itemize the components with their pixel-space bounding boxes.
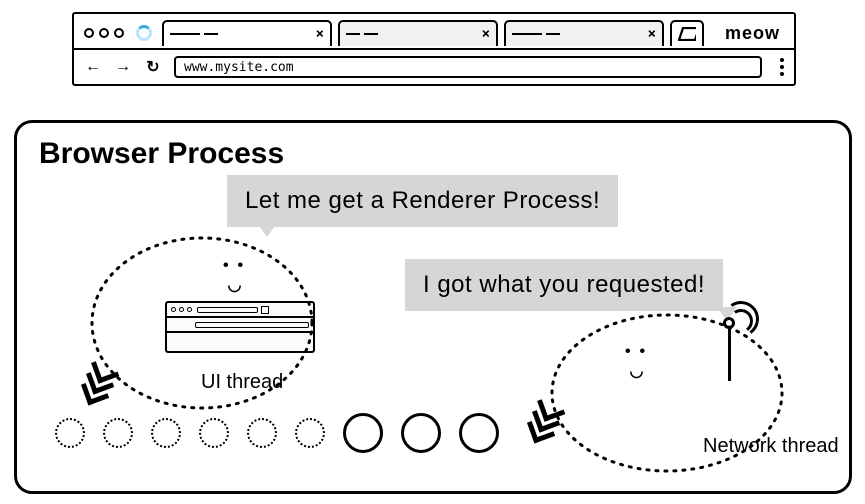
tab-inactive[interactable]: ×	[338, 20, 498, 46]
tab-active[interactable]: ×	[162, 20, 332, 46]
network-thread-label: Network thread	[703, 435, 839, 458]
window-controls[interactable]	[84, 28, 124, 38]
packet-dotted-icon	[247, 418, 277, 448]
ui-thread-label: UI thread	[201, 371, 283, 394]
panel-title: Browser Process	[39, 137, 284, 171]
face-icon: • • ◡	[223, 257, 243, 295]
address-bar[interactable]: www.mysite.com	[174, 56, 762, 78]
back-icon[interactable]: ←	[84, 58, 102, 76]
browser-process-panel: Browser Process Let me get a Renderer Pr…	[14, 120, 852, 494]
chevron-down-icon	[80, 364, 115, 406]
window-control-dot[interactable]	[84, 28, 94, 38]
packet-dotted-icon	[199, 418, 229, 448]
antenna-icon	[723, 323, 735, 381]
packet-solid-icon	[401, 413, 441, 453]
menu-icon[interactable]	[780, 58, 784, 76]
tab-inactive[interactable]: ×	[504, 20, 664, 46]
reload-icon[interactable]: ↻	[144, 57, 162, 77]
browser-window: × × × meow ← → ↻ www.mysite.com	[72, 12, 796, 86]
speech-pointer	[257, 223, 277, 237]
tab-strip: × × × meow	[74, 14, 794, 50]
speech-bubble-network-thread: I got what you requested!	[405, 259, 723, 311]
forward-icon[interactable]: →	[114, 58, 132, 76]
window-control-dot[interactable]	[99, 28, 109, 38]
packet-solid-icon	[343, 413, 383, 453]
close-icon[interactable]: ×	[482, 26, 490, 42]
close-icon[interactable]: ×	[316, 26, 324, 42]
packet-dotted-icon	[295, 418, 325, 448]
speech-bubble-ui-thread: Let me get a Renderer Process!	[227, 175, 618, 227]
packet-solid-icon	[459, 413, 499, 453]
data-packets-row	[55, 413, 499, 453]
packet-dotted-icon	[151, 418, 181, 448]
chevron-down-icon	[526, 402, 561, 444]
url-text: www.mysite.com	[184, 60, 294, 75]
mini-browser-icon	[165, 301, 315, 353]
packet-dotted-icon	[55, 418, 85, 448]
new-tab-button[interactable]	[670, 20, 704, 46]
packet-dotted-icon	[103, 418, 133, 448]
close-icon[interactable]: ×	[648, 26, 656, 42]
loading-spinner-icon	[136, 25, 152, 41]
face-icon: • • ◡	[625, 343, 645, 381]
window-control-dot[interactable]	[114, 28, 124, 38]
toolbar: ← → ↻ www.mysite.com	[74, 50, 794, 84]
browser-brand: meow	[725, 23, 786, 44]
